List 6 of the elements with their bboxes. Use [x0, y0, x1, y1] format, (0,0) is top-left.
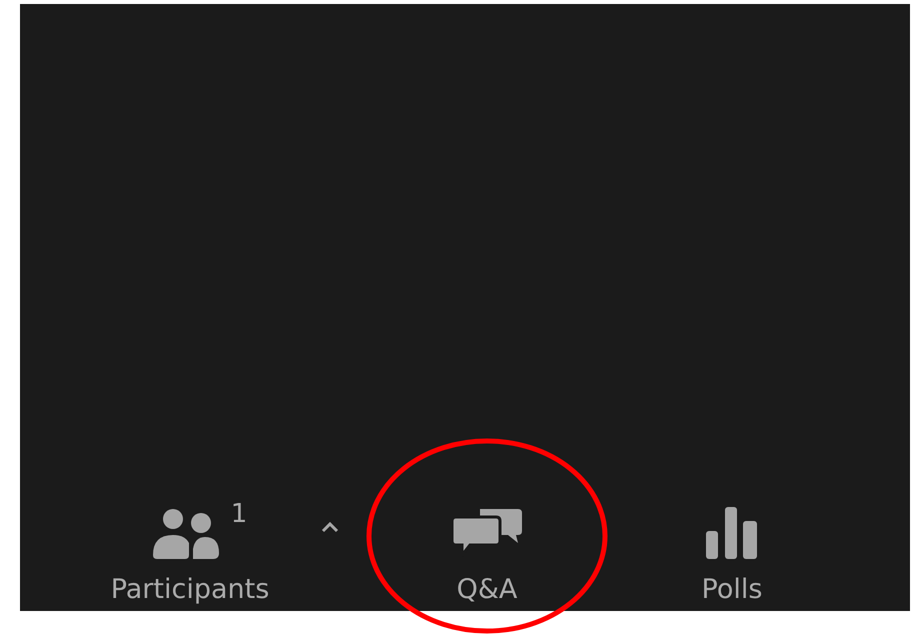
polls-button[interactable]: Polls	[672, 491, 792, 605]
bar-chart-icon	[706, 507, 758, 559]
caret-icon[interactable]	[320, 521, 340, 533]
participant-count: 1	[230, 499, 248, 529]
participants-button[interactable]: 1 Participants	[90, 491, 290, 605]
people-icon	[150, 507, 221, 559]
